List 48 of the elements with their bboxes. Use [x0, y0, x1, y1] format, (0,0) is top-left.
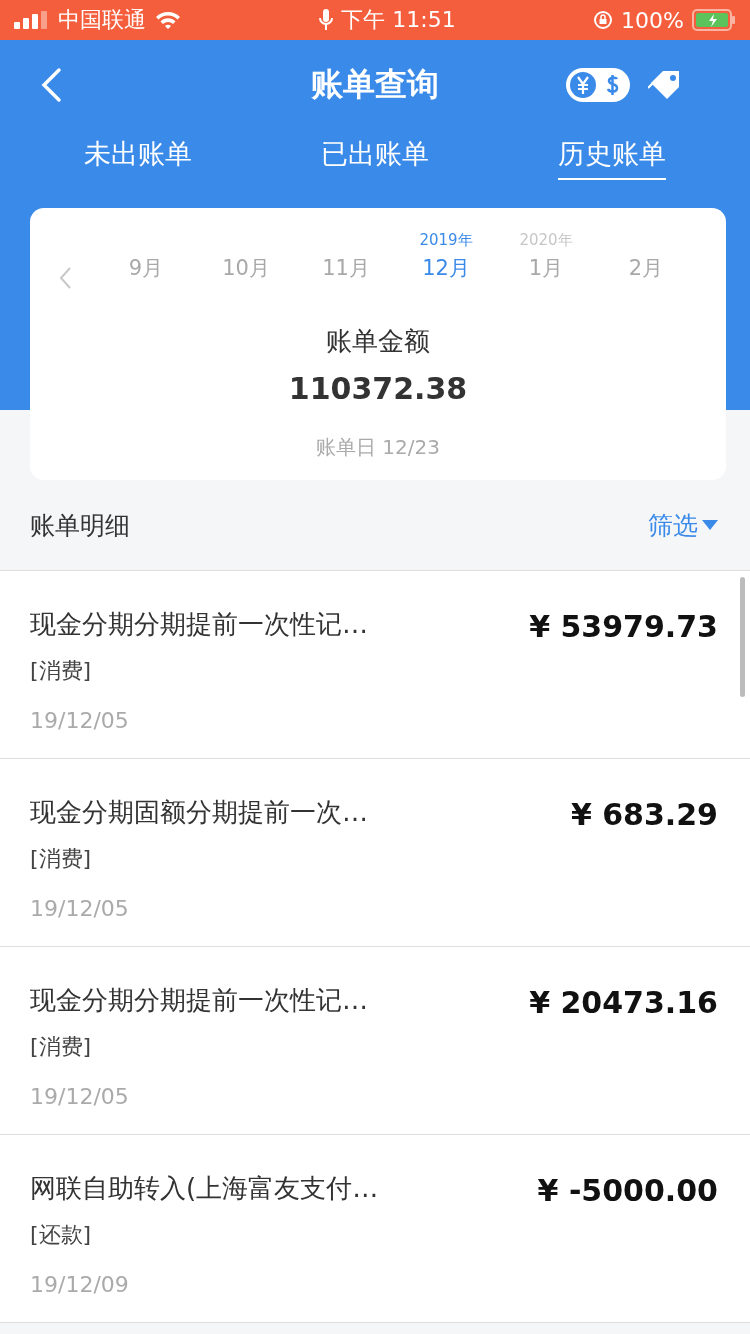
- transaction-category: [还款]: [30, 1221, 93, 1249]
- microphone-icon: [319, 9, 334, 31]
- battery-icon: [692, 9, 736, 31]
- signal-icon: [14, 11, 50, 29]
- bill-date: 账单日 12/23: [315, 434, 441, 461]
- transaction-amount: ¥ 20473.16: [529, 984, 718, 1022]
- month-item[interactable]: 10月: [222, 254, 270, 282]
- transaction-date: 19/12/05: [30, 1084, 130, 1109]
- month-item[interactable]: 2月: [628, 254, 664, 282]
- transaction-row[interactable]: 网联自助转入(上海富友支付… [还款] 19/12/09 ¥ -5000.00: [0, 1135, 750, 1323]
- transaction-date: 19/12/05: [30, 896, 130, 921]
- transaction-category: [消费]: [30, 1033, 93, 1061]
- transaction-category: [消费]: [30, 657, 93, 685]
- month-item[interactable]: 12月: [422, 254, 470, 282]
- carrier-name: 中国联通: [58, 6, 146, 34]
- battery-percent: 100%: [621, 7, 684, 33]
- transaction-date: 19/12/09: [30, 1272, 130, 1297]
- currency-toggle-icon[interactable]: [566, 68, 630, 102]
- bill-amount: 110372.38: [287, 371, 469, 406]
- wifi-icon: [154, 10, 182, 30]
- transaction-amount: ¥ 683.29: [570, 796, 718, 834]
- transaction-amount: ¥ 53979.73: [529, 608, 718, 646]
- month-item[interactable]: 9月: [128, 254, 164, 282]
- transaction-row[interactable]: 现金分期分期提前一次性记… [消费] 19/12/05 ¥ 20473.16: [0, 947, 750, 1135]
- status-time: 下午 11:51: [341, 6, 456, 34]
- transaction-category: [消费]: [30, 845, 93, 873]
- tab[interactable]: 历史账单: [557, 130, 666, 180]
- transaction-amount: ¥ -5000.00: [537, 1172, 718, 1210]
- transaction-row[interactable]: 现金分期固额分期提前一次… [消费] 19/12/05 ¥ 683.29: [0, 759, 750, 947]
- transaction-title: 现金分期固额分期提前一次…: [30, 796, 368, 829]
- month-item[interactable]: 11月: [322, 254, 370, 282]
- caret-icon: [702, 520, 718, 530]
- month-item[interactable]: 1月: [528, 254, 564, 282]
- transaction-date: 19/12/05: [30, 708, 130, 733]
- page-title: 账单查询: [311, 64, 439, 105]
- tab[interactable]: 未出账单: [84, 130, 193, 180]
- transaction-title: 网联自助转入(上海富友支付…: [30, 1172, 379, 1205]
- transaction-title: 现金分期分期提前一次性记…: [30, 608, 368, 641]
- transaction-title: 现金分期分期提前一次性记…: [30, 984, 368, 1017]
- transaction-row[interactable]: 现金分期分期提前一次性记… [消费] 19/12/05 ¥ 53979.73: [0, 571, 750, 759]
- tab[interactable]: 已出账单: [321, 130, 429, 180]
- year-label: 2019年: [419, 231, 473, 250]
- section-title: 账单明细: [30, 509, 130, 542]
- back-icon[interactable]: [40, 67, 62, 103]
- amount-label: 账单金额: [325, 325, 431, 358]
- rotation-lock-icon: [593, 10, 614, 30]
- filter-button[interactable]: 筛选: [648, 508, 718, 542]
- year-label: 2020年: [519, 231, 573, 250]
